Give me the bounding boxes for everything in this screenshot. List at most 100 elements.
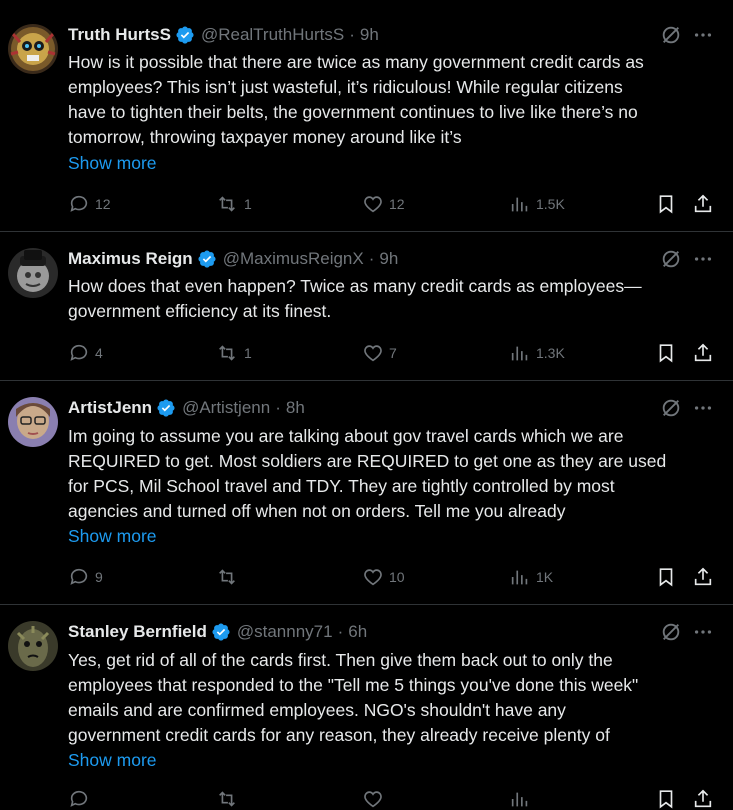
tweet-text-line: How is it possible that there are twice … <box>68 52 644 72</box>
tweet[interactable]: Maximus Reign @MaximusReignX · 9h How do… <box>0 232 733 381</box>
tweet-text-line: agencies and turned off when not on orde… <box>68 501 566 521</box>
tweet[interactable]: Truth HurtsS @RealTruthHurtsS · 9h How i… <box>0 0 733 232</box>
heart-icon <box>364 196 382 213</box>
more-options-icon[interactable] <box>692 24 714 46</box>
display-name[interactable]: Maximus Reign <box>68 249 193 269</box>
like-count: 12 <box>389 196 405 212</box>
reply-icon <box>70 195 88 212</box>
reply-button[interactable]: 9 <box>68 566 103 588</box>
bookmark-button[interactable] <box>655 566 682 588</box>
reply-button[interactable] <box>68 788 95 810</box>
repost-button[interactable] <box>215 566 244 588</box>
timestamp[interactable]: 6h <box>348 622 367 642</box>
grok-icon[interactable] <box>660 621 682 643</box>
user-handle[interactable]: @MaximusReignX <box>223 249 364 269</box>
verified-badge-icon <box>156 398 176 418</box>
tweet-text-line: for PCS, Mil School travel and TDY. They… <box>68 476 615 496</box>
reply-button[interactable]: 4 <box>68 342 103 364</box>
repost-count: 1 <box>244 196 252 212</box>
more-options-icon[interactable] <box>692 621 714 643</box>
repost-button[interactable]: 1 <box>215 193 252 215</box>
verified-badge-icon <box>197 249 217 269</box>
like-button[interactable]: 7 <box>362 342 397 364</box>
separator-dot: · <box>337 622 344 641</box>
repost-button[interactable]: 1 <box>215 342 252 364</box>
views-button[interactable] <box>509 788 536 810</box>
tweet-text-line: government efficiency at its finest. <box>68 301 332 321</box>
tweet-header: Maximus Reign @MaximusReignX · 9h <box>68 248 398 270</box>
tweet-text-line: tomorrow, throwing taxpayer money around… <box>68 127 462 147</box>
views-chart-icon <box>511 570 528 585</box>
repost-button[interactable] <box>215 788 244 810</box>
views-count: 1K <box>536 569 554 585</box>
views-chart-icon <box>511 197 528 212</box>
tweet-text-line: Yes, get rid of all of the cards first. … <box>68 650 613 670</box>
like-button[interactable] <box>362 788 389 810</box>
share-button[interactable] <box>692 342 719 364</box>
tweet-text-line: REQUIRED to get. Most soldiers are REQUI… <box>68 451 667 471</box>
timestamp[interactable]: 9h <box>360 25 379 45</box>
tweet-text-line: emails and are confirmed employees. NGO'… <box>68 700 566 720</box>
tweet[interactable]: ArtistJenn @Artistjenn · 8h Im going to … <box>0 381 733 605</box>
show-more-link[interactable]: Show more <box>68 748 157 773</box>
heart-icon <box>364 345 382 362</box>
views-button[interactable]: 1.3K <box>509 342 565 364</box>
share-icon <box>694 343 712 362</box>
avatar[interactable] <box>8 621 58 671</box>
views-chart-icon <box>511 346 528 361</box>
show-more-link[interactable]: Show more <box>68 524 157 549</box>
bookmark-icon <box>659 344 673 363</box>
avatar[interactable] <box>8 397 58 447</box>
more-options-icon[interactable] <box>692 248 714 270</box>
tweet-header: Stanley Bernfield @stannny71 · 6h <box>68 621 367 643</box>
timestamp[interactable]: 8h <box>286 398 305 418</box>
share-icon <box>694 194 712 213</box>
separator-dot: · <box>368 249 375 268</box>
display-name[interactable]: Stanley Bernfield <box>68 622 207 642</box>
grok-icon[interactable] <box>660 24 682 46</box>
tweet-text-line: How does that even happen? Twice as many… <box>68 276 642 296</box>
repost-count: 1 <box>244 345 252 361</box>
avatar-image <box>8 248 58 298</box>
views-button[interactable]: 1K <box>509 566 553 588</box>
bookmark-button[interactable] <box>655 342 682 364</box>
display-name[interactable]: ArtistJenn <box>68 398 152 418</box>
share-button[interactable] <box>692 788 719 810</box>
tweet-text: How does that even happen? Twice as many… <box>68 274 713 324</box>
like-count: 7 <box>389 345 397 361</box>
repost-icon <box>219 569 235 585</box>
tweet-text: Im going to assume you are talking about… <box>68 424 713 524</box>
like-button[interactable]: 10 <box>362 566 405 588</box>
avatar[interactable] <box>8 24 58 74</box>
share-button[interactable] <box>692 193 719 215</box>
bookmark-icon <box>659 790 673 809</box>
user-handle[interactable]: @RealTruthHurtsS <box>201 25 344 45</box>
user-handle[interactable]: @stannny71 <box>237 622 333 642</box>
user-handle[interactable]: @Artistjenn <box>182 398 270 418</box>
bookmark-button[interactable] <box>655 193 682 215</box>
grok-icon[interactable] <box>660 397 682 419</box>
separator-dot: · <box>275 398 281 417</box>
display-name[interactable]: Truth HurtsS <box>68 25 171 45</box>
timestamp[interactable]: 9h <box>379 249 398 269</box>
repost-icon <box>219 196 235 212</box>
tweet[interactable]: Stanley Bernfield @stannny71 · 6h Yes, g… <box>0 605 733 809</box>
avatar[interactable] <box>8 248 58 298</box>
tweet-text: Yes, get rid of all of the cards first. … <box>68 648 713 748</box>
views-chart-icon <box>511 792 528 807</box>
like-button[interactable]: 12 <box>362 193 405 215</box>
tweet-text-line: employees that responded to the "Tell me… <box>68 675 639 695</box>
tweet-text: How is it possible that there are twice … <box>68 50 713 150</box>
tweet-text-line: Im going to assume you are talking about… <box>68 426 624 446</box>
views-count: 1.5K <box>536 196 565 212</box>
views-button[interactable]: 1.5K <box>509 193 565 215</box>
more-options-icon[interactable] <box>692 397 714 419</box>
bookmark-button[interactable] <box>655 788 682 810</box>
grok-icon[interactable] <box>660 248 682 270</box>
reply-button[interactable]: 12 <box>68 193 111 215</box>
share-button[interactable] <box>692 566 719 588</box>
avatar-skull-image <box>8 24 58 74</box>
tweet-text-line: have to tighten their belts, the governm… <box>68 102 638 122</box>
show-more-link[interactable]: Show more <box>68 151 157 176</box>
verified-badge-icon <box>211 622 231 642</box>
